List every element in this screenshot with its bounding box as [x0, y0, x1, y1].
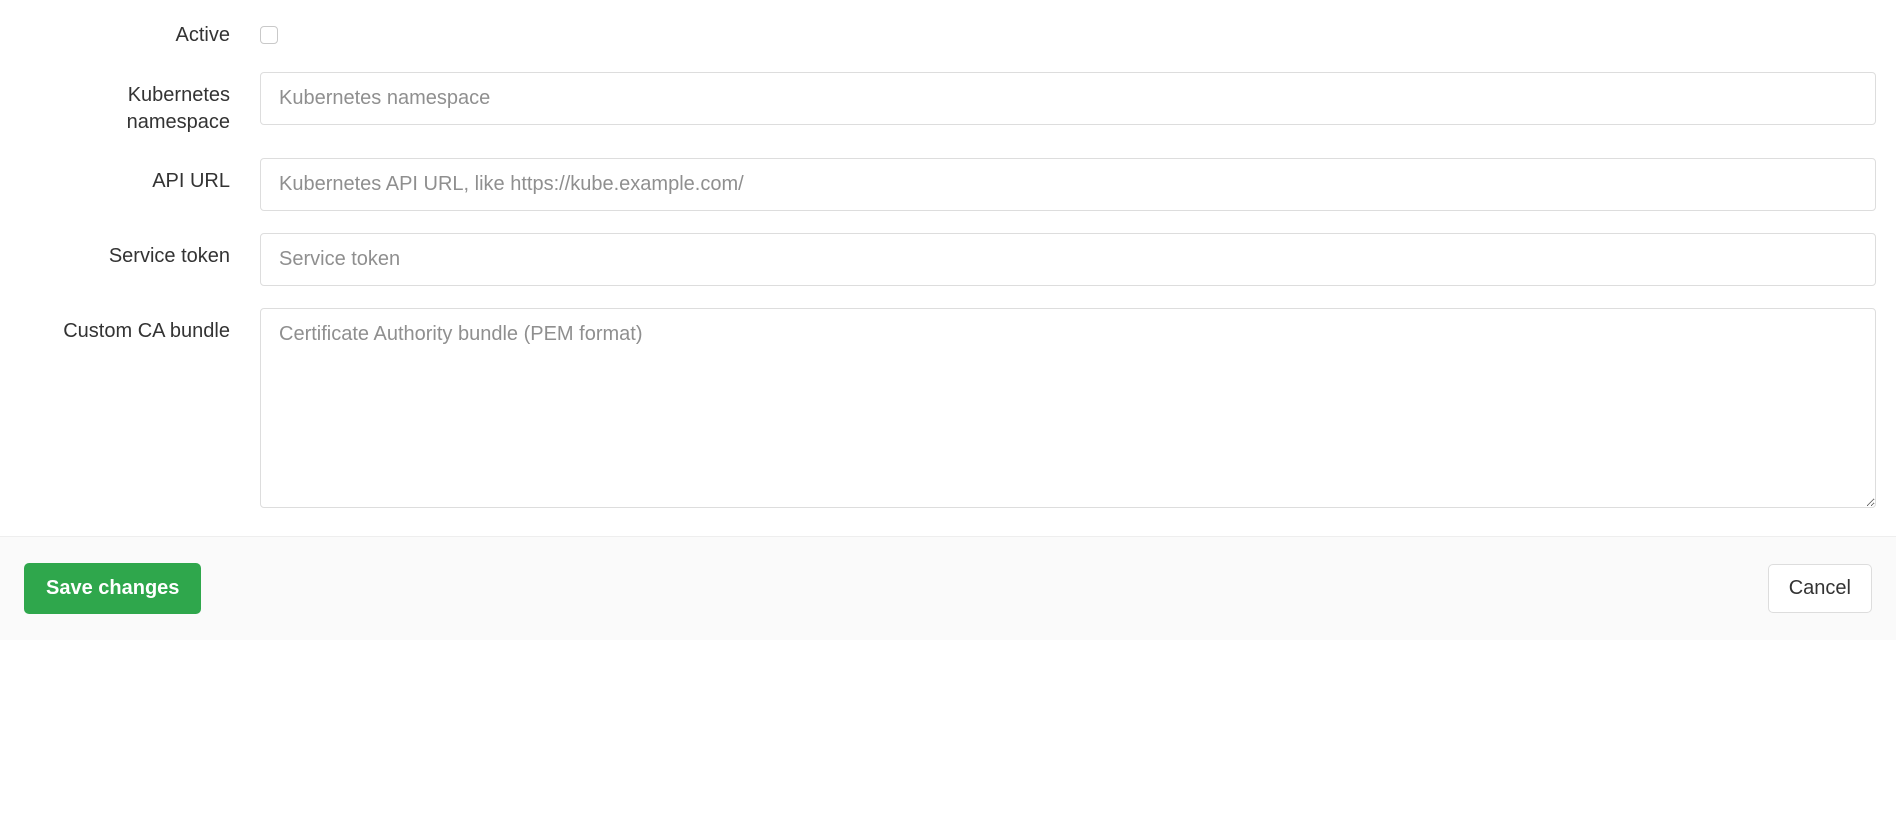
row-api-url: API URL: [20, 158, 1876, 211]
row-service-token: Service token: [20, 233, 1876, 286]
row-namespace: Kubernetes namespace: [20, 72, 1876, 136]
namespace-label: Kubernetes namespace: [20, 72, 260, 136]
row-active: Active: [20, 18, 1876, 50]
service-token-control-wrap: [260, 233, 1876, 286]
active-checkbox[interactable]: [260, 26, 278, 44]
service-token-label: Service token: [20, 233, 260, 270]
ca-bundle-control-wrap: [260, 308, 1876, 514]
row-ca-bundle: Custom CA bundle: [20, 308, 1876, 514]
ca-bundle-textarea[interactable]: [260, 308, 1876, 508]
namespace-input[interactable]: [260, 72, 1876, 125]
api-url-control-wrap: [260, 158, 1876, 211]
api-url-label: API URL: [20, 158, 260, 195]
form-footer: Save changes Cancel: [0, 536, 1896, 640]
api-url-input[interactable]: [260, 158, 1876, 211]
kubernetes-settings-form: Active Kubernetes namespace API URL Serv…: [0, 0, 1896, 514]
namespace-control-wrap: [260, 72, 1876, 125]
save-changes-button[interactable]: Save changes: [24, 563, 201, 614]
service-token-input[interactable]: [260, 233, 1876, 286]
cancel-button[interactable]: Cancel: [1768, 564, 1872, 613]
ca-bundle-label: Custom CA bundle: [20, 308, 260, 345]
active-control-wrap: [260, 18, 1876, 50]
active-label: Active: [20, 18, 260, 49]
